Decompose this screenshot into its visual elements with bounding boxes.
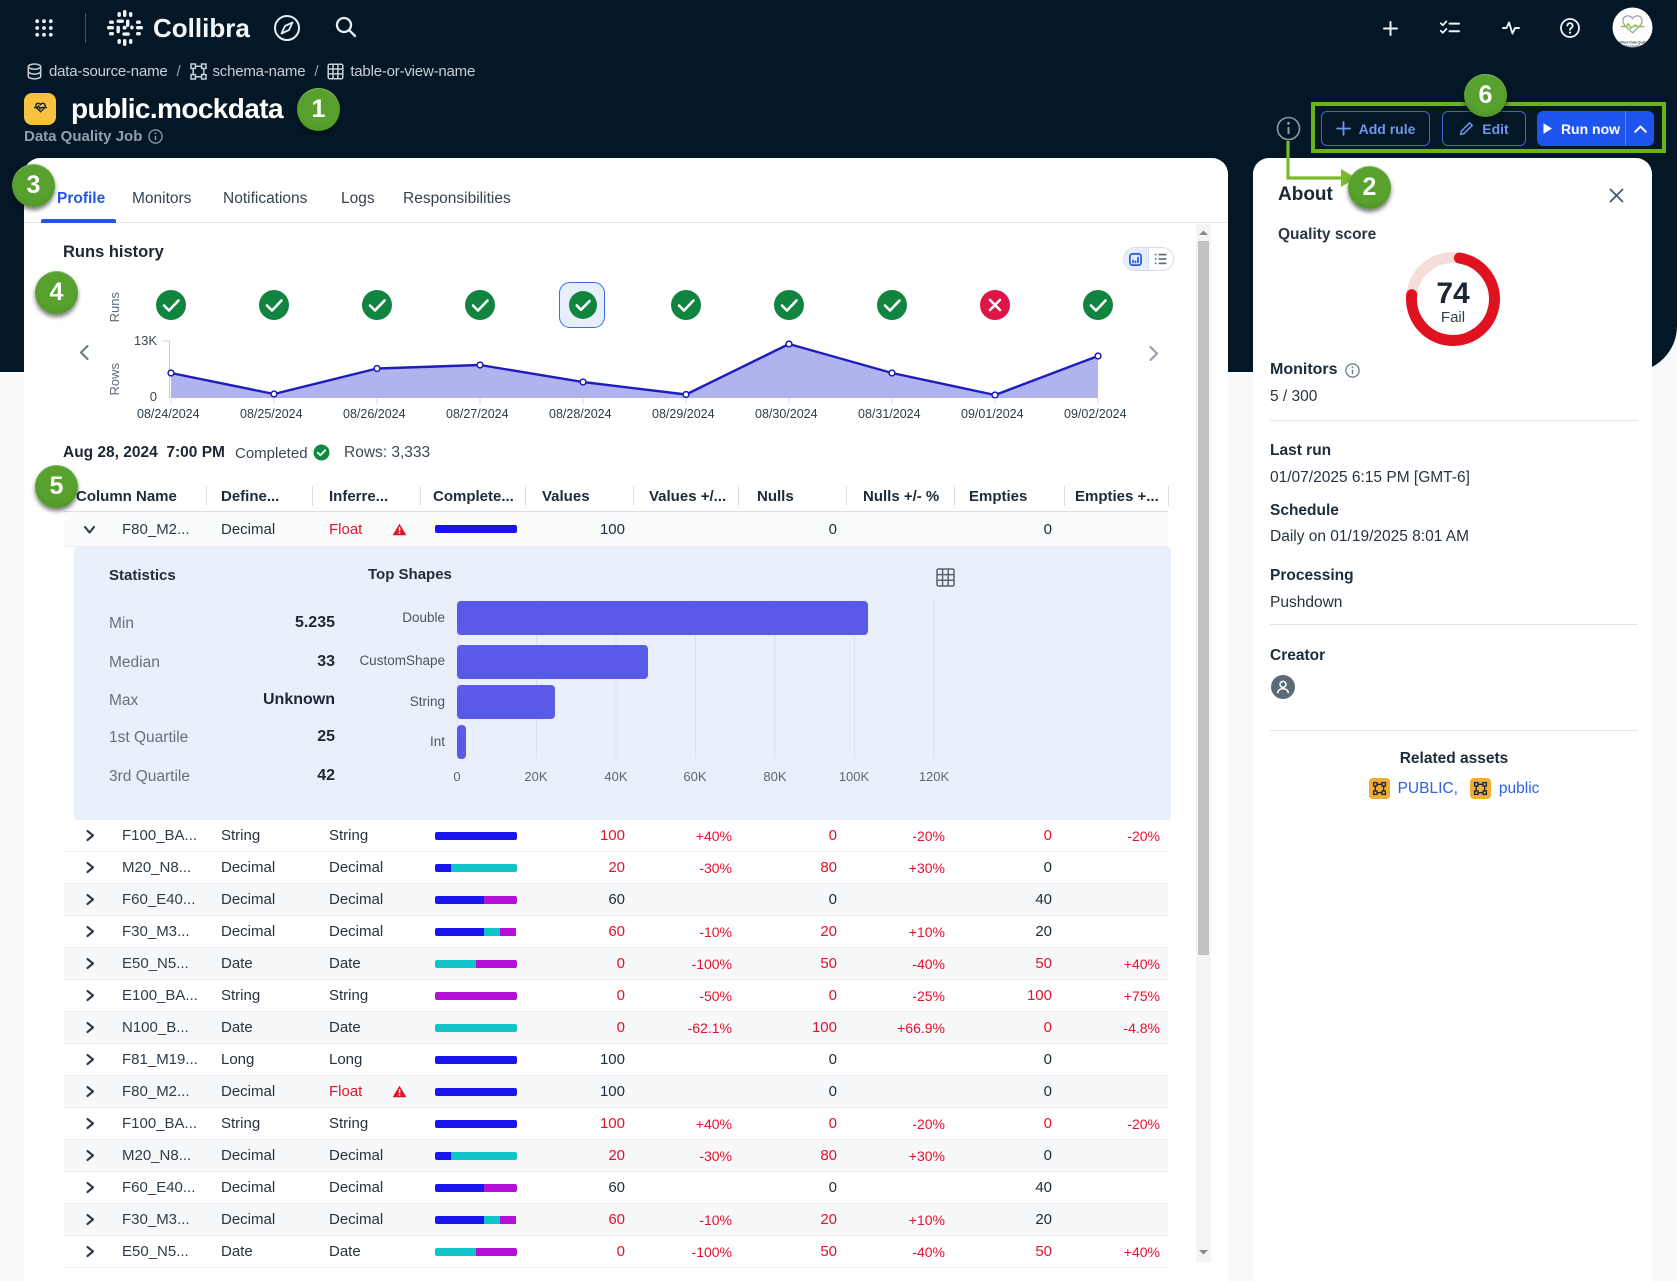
svg-text:74: 74 [1436,277,1470,310]
svg-text:Fail: Fail [1441,309,1465,326]
svg-text:& Observability: & Observability [1620,45,1645,49]
